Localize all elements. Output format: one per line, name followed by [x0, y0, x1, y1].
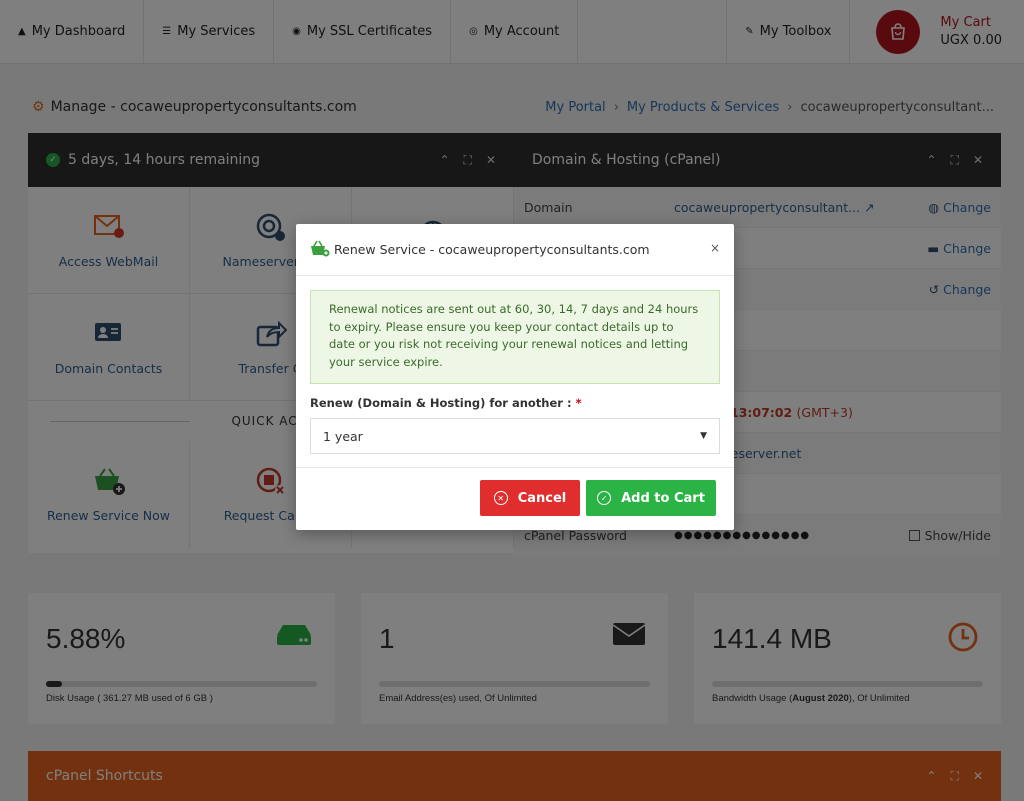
basket-add-icon — [310, 239, 330, 261]
renew-service-modal: Renew Service - cocaweupropertyconsultan… — [296, 224, 734, 530]
required-mark: * — [575, 396, 582, 410]
modal-title: Renew Service - cocaweupropertyconsultan… — [334, 242, 650, 257]
add-to-cart-button[interactable]: ✓ Add to Cart — [586, 480, 716, 516]
modal-close-button[interactable]: × — [710, 241, 720, 255]
caret-down-icon: ▼ — [700, 431, 707, 441]
modal-footer-divider — [296, 467, 734, 468]
add-label: Add to Cart — [621, 490, 705, 506]
renewal-notice: Renewal notices are sent out at 60, 30, … — [310, 290, 720, 384]
modal-header: Renew Service - cocaweupropertyconsultan… — [296, 224, 734, 276]
cancel-button[interactable]: ✕ Cancel — [480, 480, 580, 516]
renew-period-label: Renew (Domain & Hosting) for another : * — [310, 396, 582, 410]
selected-option: 1 year — [323, 428, 363, 444]
cancel-label: Cancel — [517, 490, 567, 506]
renew-period-select[interactable]: 1 year ▼ — [310, 418, 720, 454]
times-circle-icon: ✕ — [493, 491, 508, 505]
field-label-text: Renew (Domain & Hosting) for another : — [310, 396, 572, 410]
check-circle-icon: ✓ — [597, 491, 612, 505]
